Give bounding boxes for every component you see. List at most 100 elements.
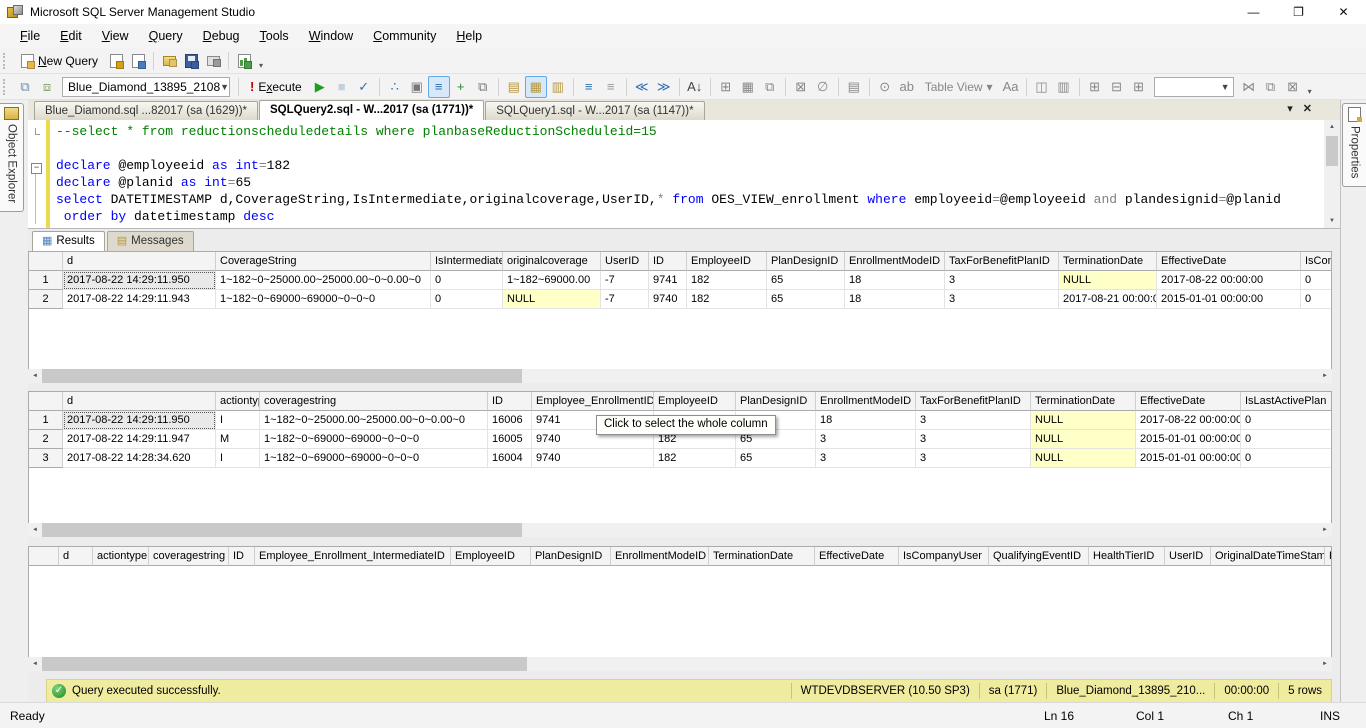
table-properties-icon[interactable]: ▦ (737, 76, 759, 98)
cell[interactable]: 2015-01-01 00:00:00 (1136, 449, 1241, 468)
column-header-EffectiveDate[interactable]: EffectiveDate (815, 547, 899, 566)
row-header[interactable]: 2 (29, 430, 63, 449)
cell[interactable]: 0 (431, 290, 503, 309)
menu-debug[interactable]: Debug (193, 25, 250, 47)
column-header-OriginalDateTimeStamp[interactable]: OriginalDateTimeStamp (1211, 547, 1325, 566)
minimize-button[interactable]: — (1231, 0, 1276, 24)
relationship-icon[interactable]: ⋈ (1238, 76, 1260, 98)
row-header[interactable]: 3 (29, 449, 63, 468)
column-header-EffectiveDate[interactable]: EffectiveDate (1136, 392, 1241, 411)
print-icon[interactable] (202, 50, 224, 72)
results-tab-results[interactable]: ▦Results (32, 231, 105, 251)
scroll-left-icon[interactable]: ◄ (28, 373, 42, 379)
scroll-up-icon[interactable]: ▲ (1324, 120, 1340, 134)
column-header-IsCompanyUser[interactable]: IsCompanyUser (1301, 252, 1332, 271)
cell[interactable]: 16004 (488, 449, 532, 468)
chevron-down-icon[interactable]: ▼ (220, 82, 229, 92)
column-header-IsIntermediate[interactable]: IsIntermediate (431, 252, 503, 271)
close-document-icon[interactable]: ✕ (1303, 102, 1312, 115)
cell[interactable]: 16006 (488, 411, 532, 430)
hscrollbar-2[interactable]: ◄► (28, 523, 1332, 537)
document-tab-3[interactable]: SQLQuery1.sql - W...2017 (sa (1147))* (485, 101, 704, 120)
cell[interactable]: 3 (916, 430, 1031, 449)
cell[interactable]: 3 (916, 411, 1031, 430)
change-connection-icon[interactable]: ⧉ (14, 76, 36, 98)
results-to-text-icon[interactable]: ▤ (503, 76, 525, 98)
column-header-PlanDesignID[interactable]: PlanDesignID (767, 252, 845, 271)
column-header-ID[interactable]: ID (229, 547, 255, 566)
cell[interactable]: 1~182~0~69000~69000~0~0~0 (260, 449, 488, 468)
activity-monitor-icon[interactable] (233, 50, 255, 72)
column-header-R[interactable]: R (1325, 547, 1332, 566)
scroll-track[interactable] (42, 523, 1318, 537)
cell[interactable]: 16005 (488, 430, 532, 449)
cell[interactable]: M (216, 430, 260, 449)
font-case-icon[interactable]: Aa (1000, 76, 1022, 98)
cell[interactable]: 65 (767, 271, 845, 290)
document-tab-2[interactable]: SQLQuery2.sql - W...2017 (sa (1771))* (259, 100, 484, 120)
cell[interactable]: 65 (736, 449, 816, 468)
column-header-Employee_Enrollment_IntermediateID[interactable]: Employee_Enrollment_IntermediateID (255, 547, 451, 566)
scroll-right-icon[interactable]: ► (1318, 527, 1332, 533)
cell[interactable]: NULL (1031, 430, 1136, 449)
scroll-left-icon[interactable]: ◄ (28, 661, 42, 667)
chevron-down-icon[interactable]: ▼ (1218, 82, 1233, 92)
grid-corner[interactable] (29, 392, 63, 411)
close-button[interactable]: ✕ (1321, 0, 1366, 24)
save-icon[interactable] (180, 50, 202, 72)
cell[interactable]: 0 (1241, 411, 1332, 430)
column-header-EmployeeID[interactable]: EmployeeID (687, 252, 767, 271)
scroll-down-icon[interactable]: ▼ (1324, 214, 1340, 228)
cell[interactable]: 0 (1241, 430, 1332, 449)
specify-template-values-icon[interactable]: ∴ (384, 76, 406, 98)
cell[interactable]: 0 (1301, 271, 1332, 290)
remove-filter-icon[interactable]: ∅ (812, 76, 834, 98)
rename-icon[interactable]: ab (896, 76, 918, 98)
column-header-ID[interactable]: ID (488, 392, 532, 411)
menu-tools[interactable]: Tools (250, 25, 299, 47)
cell[interactable]: 2017-08-22 14:29:11.950 (63, 411, 216, 430)
column-header-EnrollmentModeID[interactable]: EnrollmentModeID (611, 547, 709, 566)
scroll-thumb[interactable] (42, 523, 522, 537)
column-header-Employee_EnrollmentID[interactable]: Employee_EnrollmentID (532, 392, 654, 411)
open-file-icon[interactable] (158, 50, 180, 72)
insert-row-icon[interactable]: ⊞ (1084, 76, 1106, 98)
cell[interactable]: 2017-08-22 14:28:34.620 (63, 449, 216, 468)
cell[interactable]: 3 (945, 290, 1059, 309)
cell[interactable]: 2017-08-22 14:29:11.950 (63, 271, 216, 290)
cell[interactable]: 9740 (532, 449, 654, 468)
editor-code[interactable]: --select * from reductionscheduledetails… (50, 120, 1324, 228)
cell[interactable]: I (216, 411, 260, 430)
scroll-right-icon[interactable]: ► (1318, 373, 1332, 379)
cell[interactable]: 2017-08-22 14:29:11.947 (63, 430, 216, 449)
restore-button[interactable]: ❐ (1276, 0, 1321, 24)
cell[interactable]: 2017-08-22 00:00:00 (1157, 271, 1301, 290)
column-header-EnrollmentModeID[interactable]: EnrollmentModeID (816, 392, 916, 411)
cell[interactable]: 3 (816, 449, 916, 468)
query-options-icon[interactable]: ≡ (428, 76, 450, 98)
cell[interactable]: 3 (916, 449, 1031, 468)
intellisense-icon[interactable]: + (450, 76, 472, 98)
column-header-TerminationDate[interactable]: TerminationDate (1059, 252, 1157, 271)
script-icon[interactable]: ⊠ (1282, 76, 1304, 98)
column-header-d[interactable]: d (59, 547, 93, 566)
column-header-PlanDesignID[interactable]: PlanDesignID (736, 392, 816, 411)
cell[interactable]: 2015-01-01 00:00:00 (1136, 430, 1241, 449)
include-estimated-plan-icon[interactable]: ▣ (406, 76, 428, 98)
toolbar-overflow-icon[interactable]: ▾ (1304, 76, 1316, 98)
column-header-CoverageString[interactable]: CoverageString (216, 252, 431, 271)
delete-row-icon[interactable]: ⊟ (1106, 76, 1128, 98)
cell[interactable]: 1~182~0~69000~69000~0~0~0 (216, 290, 431, 309)
delete-table-icon[interactable]: ⊠ (790, 76, 812, 98)
scroll-thumb[interactable] (1326, 136, 1338, 166)
cell[interactable]: 9740 (649, 290, 687, 309)
decrease-indent-icon[interactable]: ≪ (631, 76, 653, 98)
dependencies-icon[interactable]: ⧉ (1260, 76, 1282, 98)
cell[interactable]: 1~182~0~25000.00~25000.00~0~0.00~0 (216, 271, 431, 290)
column-header-TaxForBenefitPlanID[interactable]: TaxForBenefitPlanID (945, 252, 1059, 271)
properties-tab[interactable]: Properties (1342, 103, 1366, 187)
column-header-PlanDesignID[interactable]: PlanDesignID (531, 547, 611, 566)
column-header-IsCompanyUser[interactable]: IsCompanyUser (899, 547, 989, 566)
sort-icon[interactable]: A↓ (684, 76, 706, 98)
menu-file[interactable]: File (10, 25, 50, 47)
